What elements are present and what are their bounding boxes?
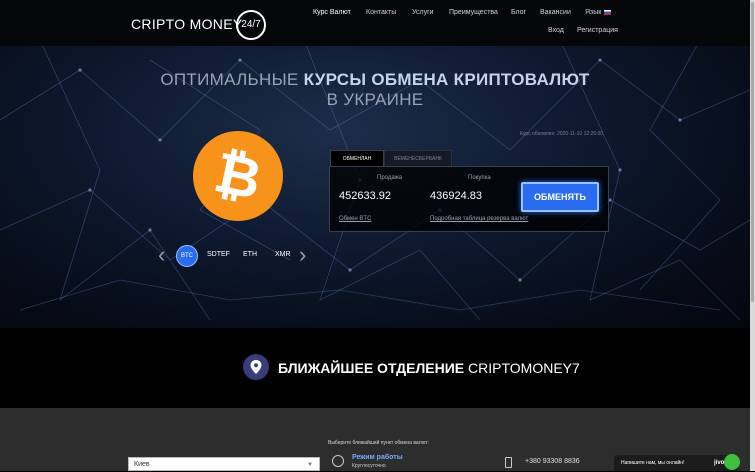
headline-bold: КУРСЫ ОБМЕНА КРИПТОВАЛЮТ (303, 70, 590, 89)
nav-item-language[interactable]: Язык (585, 9, 612, 16)
nearest-title-light: CRIPTOMONEY7 (468, 360, 580, 376)
coin-eth-button[interactable]: ETH (243, 251, 257, 258)
city-select[interactable]: Киев ▼ (128, 457, 320, 471)
register-link[interactable]: Регистрация (577, 27, 618, 34)
chevron-down-icon: ▼ (307, 462, 313, 468)
chat-status-icon[interactable] (724, 454, 740, 470)
sell-value: 452633.92 (339, 190, 391, 202)
working-hours-title: Режим работы (352, 454, 403, 461)
nav-item-blog[interactable]: Блог (511, 9, 526, 16)
nearest-title-bold: БЛИЖАЙШЕЕ ОТДЕЛЕНИЕ (278, 360, 469, 376)
phone-icon (505, 457, 512, 468)
headline-pre: ОПТИМАЛЬНЫЕ (160, 70, 304, 89)
hero-headline: ОПТИМАЛЬНЫЕ КУРСЫ ОБМЕНА КРИПТОВАЛЮТ В У… (160, 70, 590, 110)
page-scrollbar[interactable] (750, 0, 755, 471)
phone-number[interactable]: +380 93308 8836 (525, 458, 580, 465)
scrollbar-thumb[interactable] (751, 2, 754, 302)
top-navigation: CRIPTO MONEY 24/7 Курс Валют Контакты Ус… (0, 0, 750, 46)
choose-office-label: Выберите ближайший пункт обмена валют: (328, 440, 429, 446)
clock-icon (332, 455, 344, 467)
nearest-office-title: БЛИЖАЙШЕЕ ОТДЕЛЕНИЕ CRIPTOMONEY7 (278, 360, 580, 376)
exchange-button[interactable]: ОБМЕНЯТЬ (521, 182, 599, 212)
reserve-table-link[interactable]: Подробная таблица резерва валют (430, 216, 528, 222)
city-value: Киев (134, 461, 150, 468)
working-hours-value: Круглосуточно (352, 463, 386, 469)
coin-sdtef-button[interactable]: SDTEF (207, 251, 230, 258)
tab-exchange-primary[interactable]: ОБМЕНЛАН (330, 150, 384, 167)
login-link[interactable]: Вход (548, 27, 564, 34)
nav-item-advantages[interactable]: Преимущества (449, 9, 498, 16)
coin-prev-arrow-icon[interactable]: ‹ (158, 244, 165, 266)
logo-text[interactable]: CRIPTO MONEY (131, 16, 242, 32)
nav-item-vacancies[interactable]: Вакансии (540, 9, 571, 16)
coin-next-arrow-icon[interactable]: › (299, 244, 306, 266)
chat-brand: jivo (714, 460, 725, 466)
logo-badge[interactable]: 24/7 (236, 10, 266, 40)
nav-item-contacts[interactable]: Контакты (366, 9, 396, 16)
location-pin-icon (243, 354, 269, 380)
headline-post: В УКРАИНЕ (326, 90, 424, 109)
language-label: Язык (585, 9, 602, 16)
flag-icon (604, 9, 612, 15)
buy-label: Покупка (468, 175, 491, 181)
chat-text: Напишите нам, мы онлайн! (621, 460, 685, 466)
exchange-btc-link[interactable]: Обмен BTC (339, 216, 371, 222)
bitcoin-coin-icon: ₿ (193, 131, 283, 221)
rate-update-date: Курс обновлен: 2020-11-10 12:26:00 (520, 131, 604, 137)
nav-item-rates[interactable]: Курс Валют (313, 9, 351, 16)
coin-btc-button[interactable]: BTC (176, 245, 198, 267)
buy-value: 436924.83 (430, 190, 482, 202)
chat-widget[interactable]: Напишите нам, мы онлайн! jivo (614, 455, 738, 471)
coin-xmr-button[interactable]: XMR (275, 251, 291, 258)
sell-label: Продажа (377, 175, 403, 181)
nav-item-services[interactable]: Услуги (412, 9, 434, 16)
